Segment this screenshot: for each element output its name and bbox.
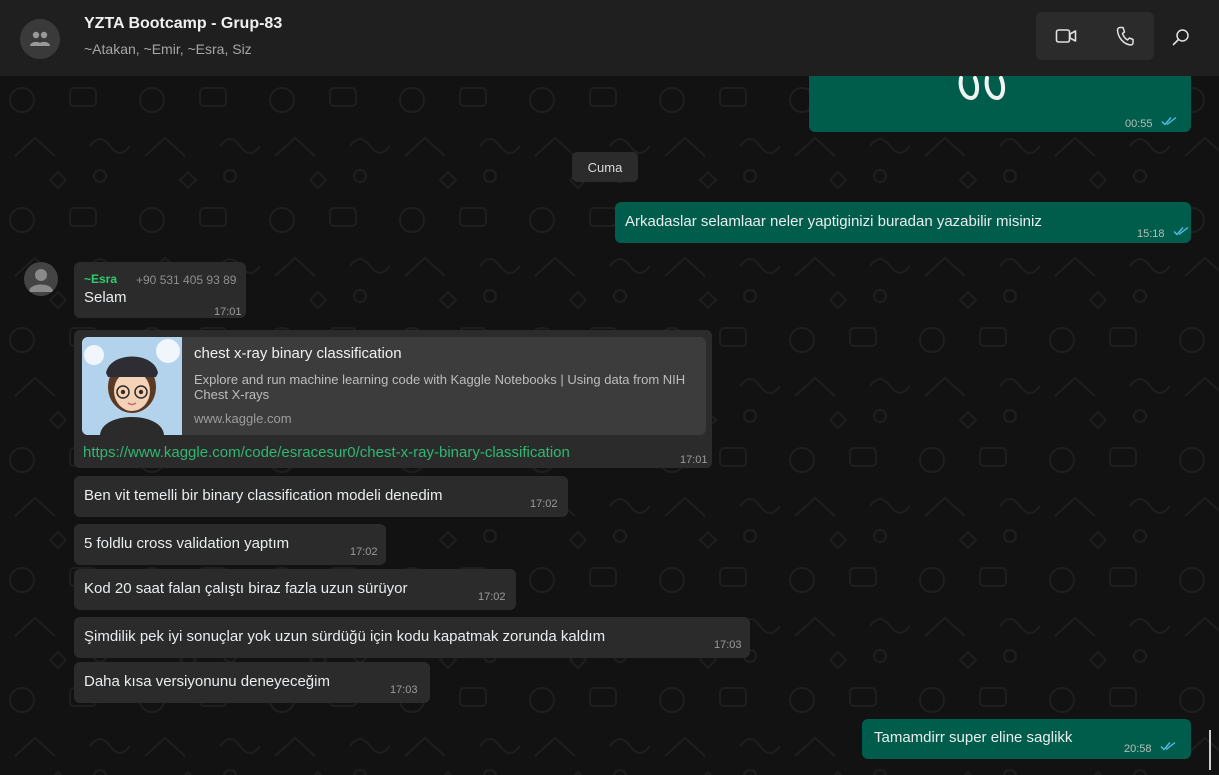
message-time: 17:02: [530, 498, 558, 510]
group-title[interactable]: YZTA Bootcamp - Grup-83: [84, 15, 282, 33]
message-time: 15:18: [1137, 228, 1165, 240]
incoming-message[interactable]: 5 foldlu cross validation yaptım 17:02: [74, 524, 386, 565]
message-list[interactable]: 00:55 Cuma Arkadaslar selamlaar neler ya…: [0, 76, 1219, 775]
message-time: 17:03: [390, 684, 418, 696]
incoming-message[interactable]: Kod 20 saat falan çalıştı biraz fazla uz…: [74, 569, 516, 610]
video-call-icon: [1055, 29, 1076, 43]
message-text: Şimdilik pek iyi sonuçlar yok uzun sürdü…: [84, 628, 606, 645]
message-text: Selam: [84, 289, 127, 306]
message-text: Arkadaslar selamlaar neler yaptiginizi b…: [625, 213, 1042, 230]
preview-domain: www.kaggle.com: [194, 411, 292, 426]
message-time: 17:03: [714, 639, 742, 651]
message-time: 17:01: [680, 454, 708, 466]
double-check-icon: [1161, 116, 1177, 126]
message-text: Daha kısa versiyonunu deneyeceğim: [84, 673, 330, 690]
chat-header: YZTA Bootcamp - Grup-83 ~Atakan, ~Emir, …: [0, 0, 1219, 76]
incoming-message[interactable]: Şimdilik pek iyi sonuçlar yok uzun sürdü…: [74, 617, 750, 658]
incoming-message[interactable]: Ben vit temelli bir binary classificatio…: [74, 476, 568, 517]
outgoing-message[interactable]: Arkadaslar selamlaar neler yaptiginizi b…: [615, 202, 1191, 243]
default-avatar-icon: [29, 269, 53, 292]
message-time: 17:02: [350, 546, 378, 558]
sender-avatar[interactable]: [24, 262, 58, 296]
sticker-icon: [958, 76, 1006, 101]
group-avatar-icon[interactable]: [20, 19, 60, 59]
message-time: 17:01: [214, 306, 242, 318]
message-text: Ben vit temelli bir binary classificatio…: [84, 487, 443, 504]
voice-call-button[interactable]: [1095, 12, 1154, 60]
link-preview[interactable]: chest x-ray binary classification Explor…: [82, 337, 706, 435]
preview-description: Explore and run machine learning code wi…: [194, 372, 686, 402]
sender-name[interactable]: ~Esra: [84, 269, 117, 289]
double-check-icon: [1173, 226, 1189, 236]
group-members[interactable]: ~Atakan, ~Emir, ~Esra, Siz: [84, 41, 252, 57]
preview-thumbnail: [82, 337, 182, 435]
search-icon: [1172, 29, 1189, 46]
outgoing-message[interactable]: Tamamdirr super eline saglikk 20:58: [862, 719, 1191, 759]
call-buttons: [1036, 12, 1154, 60]
search-button[interactable]: [1168, 24, 1194, 50]
message-time: 20:58: [1124, 743, 1152, 755]
incoming-message[interactable]: ~Esra +90 531 405 93 89 Selam 17:01: [74, 262, 246, 318]
video-call-button[interactable]: [1036, 12, 1095, 60]
preview-title: chest x-ray binary classification: [194, 345, 402, 362]
sender-phone: +90 531 405 93 89: [136, 273, 237, 287]
date-separator: Cuma: [572, 152, 638, 182]
message-link[interactable]: https://www.kaggle.com/code/esracesur0/c…: [83, 444, 570, 461]
scrollbar[interactable]: [1209, 730, 1211, 770]
message-text: Tamamdirr super eline saglikk: [874, 729, 1073, 746]
double-check-icon: [1160, 741, 1176, 751]
message-time: 17:02: [478, 591, 506, 603]
message-time: 00:55: [1125, 118, 1153, 130]
message-text: 5 foldlu cross validation yaptım: [84, 535, 290, 552]
message-text: Kod 20 saat falan çalıştı biraz fazla uz…: [84, 580, 408, 597]
outgoing-message[interactable]: 00:55: [809, 76, 1191, 132]
incoming-message[interactable]: Daha kısa versiyonunu deneyeceğim 17:03: [74, 662, 430, 703]
voice-call-icon: [1116, 26, 1134, 46]
